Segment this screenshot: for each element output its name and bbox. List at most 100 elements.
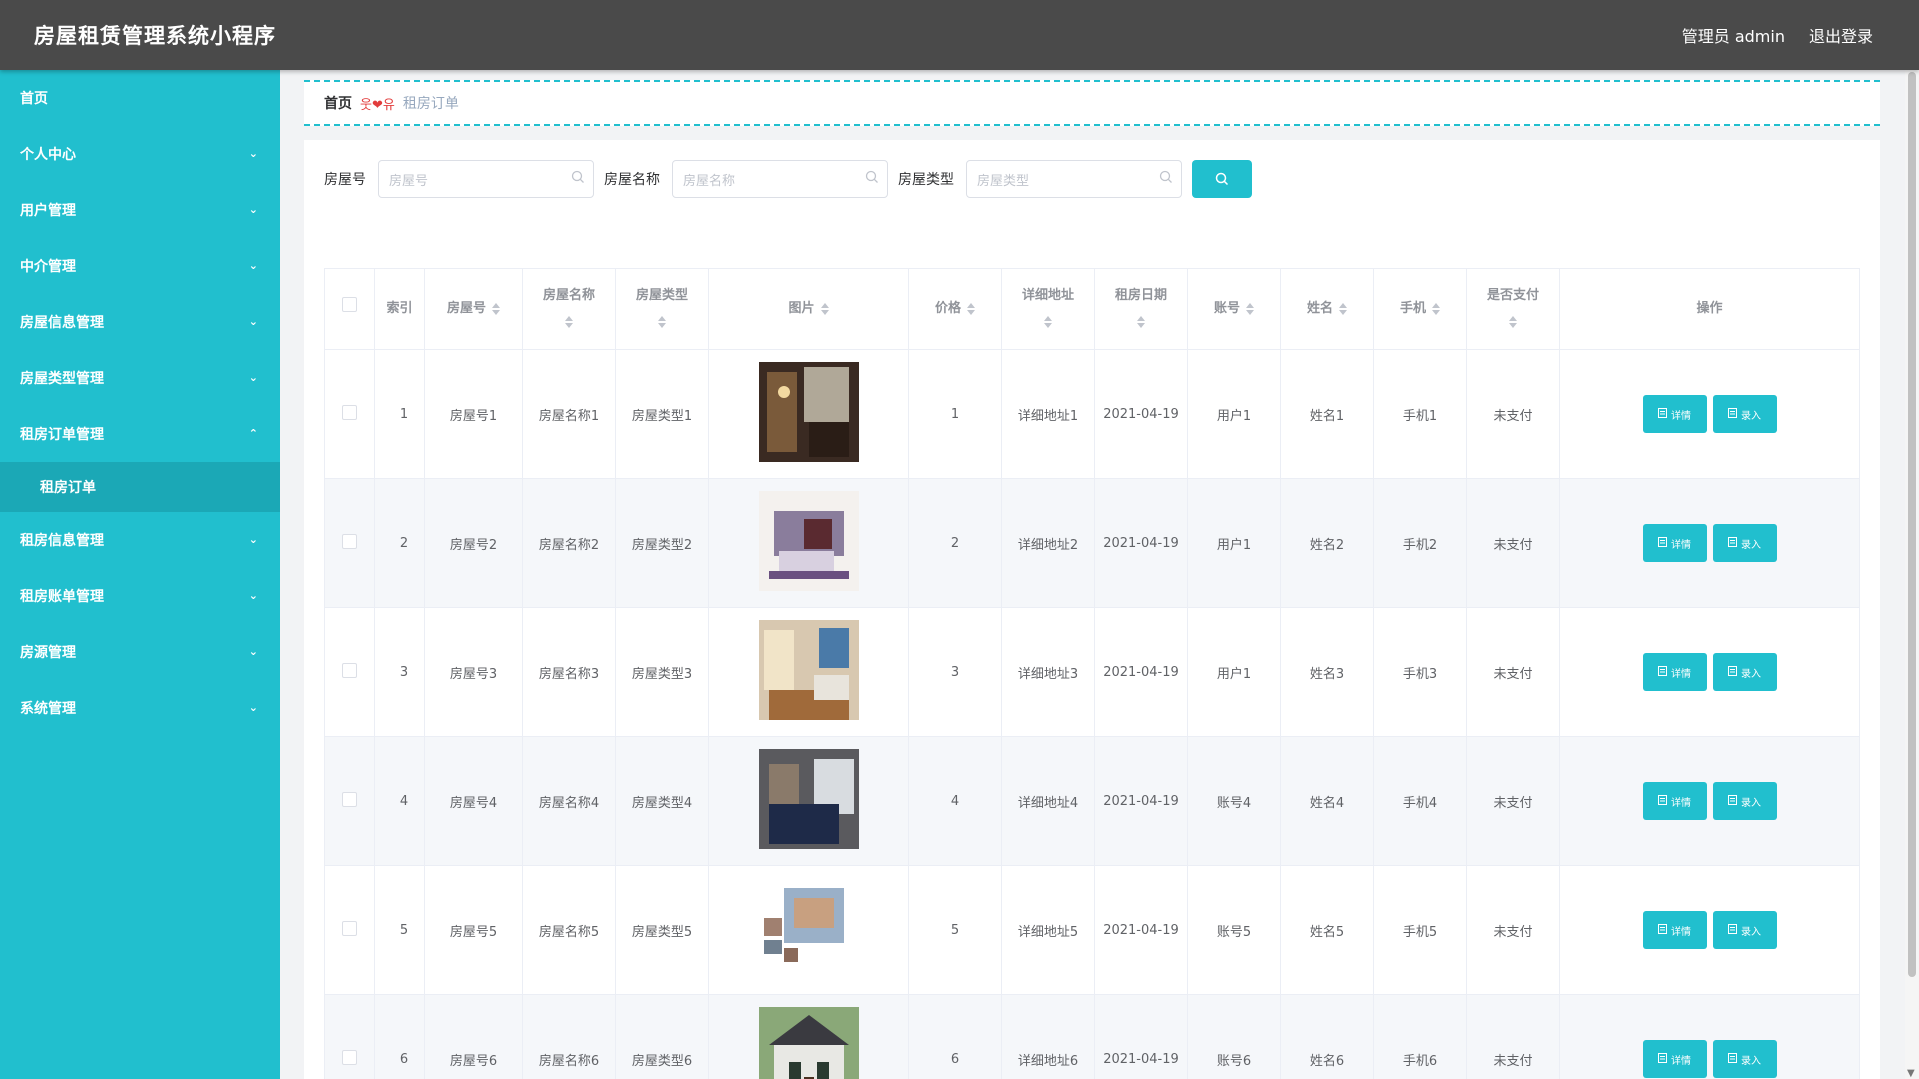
- sort-icon[interactable]: [1509, 315, 1517, 328]
- row-checkbox[interactable]: [342, 920, 357, 936]
- search-icon: [865, 170, 878, 183]
- sidebar-item-agent-management[interactable]: 中介管理 ⌄: [0, 238, 280, 294]
- sort-icon[interactable]: [1246, 302, 1254, 315]
- sort-icon[interactable]: [1432, 302, 1440, 315]
- table-row: 5 房屋号5 房屋名称5 房屋类型5 5 详细地址5 2021-04-19 账号5 姓名5 手机5…: [324, 865, 1860, 995]
- scroll-down-arrow-icon[interactable]: ▼: [1907, 1068, 1915, 1079]
- detail-button[interactable]: 详情: [1642, 1040, 1707, 1078]
- detail-button[interactable]: 详情: [1642, 524, 1707, 562]
- row-select-cell: [324, 349, 375, 479]
- house-type-input[interactable]: 房屋类型: [966, 160, 1182, 198]
- sidebar-item-house-type[interactable]: 房屋类型管理 ⌄: [0, 350, 280, 406]
- admin-user-label[interactable]: 管理员 admin: [1682, 23, 1785, 47]
- header-label: 详细地址: [1021, 288, 1074, 303]
- sort-icon[interactable]: [492, 302, 500, 315]
- sort-icon[interactable]: [565, 315, 573, 328]
- header-date[interactable]: 租房日期: [1094, 268, 1188, 350]
- house-no-input[interactable]: 房屋号: [378, 160, 594, 198]
- house-thumbnail[interactable]: [758, 1007, 859, 1079]
- row-checkbox[interactable]: [342, 404, 357, 420]
- sort-icon[interactable]: [820, 302, 829, 315]
- row-checkbox[interactable]: [342, 1049, 357, 1065]
- sidebar-item-user-management[interactable]: 用户管理 ⌄: [0, 182, 280, 238]
- house-thumbnail[interactable]: [758, 362, 859, 462]
- sort-icon[interactable]: [1339, 302, 1347, 315]
- row-checkbox[interactable]: [342, 533, 357, 549]
- header-account[interactable]: 账号: [1187, 268, 1281, 350]
- document-icon: [1728, 536, 1737, 550]
- header-house-name[interactable]: 房屋名称: [522, 268, 616, 350]
- document-icon: [1728, 665, 1737, 679]
- cell-house-type: 房屋类型1: [615, 349, 709, 479]
- enter-button[interactable]: 录入: [1712, 653, 1777, 691]
- enter-button[interactable]: 录入: [1712, 1040, 1777, 1078]
- cell-index: 3: [374, 607, 425, 737]
- cell-price: 3: [908, 607, 1002, 737]
- header-paid[interactable]: 是否支付: [1466, 268, 1560, 350]
- cell-name: 姓名5: [1280, 865, 1374, 995]
- cell-actions: 详情 录入: [1559, 865, 1860, 995]
- header-image[interactable]: 图片: [708, 268, 909, 350]
- sort-icon[interactable]: [1044, 315, 1052, 328]
- document-icon: [1658, 794, 1667, 808]
- page-scrollbar[interactable]: ▼: [1905, 70, 1919, 1079]
- app-title: 房屋租赁管理系统小程序: [34, 24, 276, 48]
- sidebar-item-personal-center[interactable]: 个人中心 ⌄: [0, 126, 280, 182]
- sidebar-item-system[interactable]: 系统管理 ⌄: [0, 680, 280, 736]
- breadcrumb-separator: 웃❤유: [360, 97, 395, 113]
- detail-button[interactable]: 详情: [1642, 653, 1707, 691]
- enter-button[interactable]: 录入: [1712, 395, 1777, 433]
- header-price[interactable]: 价格: [908, 268, 1002, 350]
- cell-account: 账号5: [1187, 865, 1281, 995]
- enter-button[interactable]: 录入: [1712, 524, 1777, 562]
- detail-button-label: 详情: [1671, 926, 1691, 938]
- house-thumbnail[interactable]: [758, 620, 859, 720]
- search-button[interactable]: [1192, 160, 1252, 198]
- cell-paid: 未支付: [1466, 349, 1560, 479]
- sort-icon[interactable]: [658, 315, 666, 328]
- sidebar-item-rental-bill[interactable]: 租房账单管理 ⌄: [0, 568, 280, 624]
- sidebar-item-house-source[interactable]: 房源管理 ⌄: [0, 624, 280, 680]
- detail-button[interactable]: 详情: [1642, 395, 1707, 433]
- header-house-type[interactable]: 房屋类型: [615, 268, 709, 350]
- header-phone[interactable]: 手机: [1373, 268, 1467, 350]
- main-area: 首页 웃❤유 租房订单 房屋号 房屋号 房屋名称 房屋名称 房屋类型 房屋类型: [280, 70, 1905, 1079]
- header-address[interactable]: 详细地址: [1001, 268, 1095, 350]
- cell-date: 2021-04-19: [1094, 478, 1188, 608]
- enter-button[interactable]: 录入: [1712, 782, 1777, 820]
- cell-account: 用户1: [1187, 478, 1281, 608]
- breadcrumb-home[interactable]: 首页: [324, 93, 352, 113]
- cell-house-type: 房屋类型5: [615, 865, 709, 995]
- cell-account: 账号6: [1187, 994, 1281, 1079]
- sidebar-item-rental-info[interactable]: 租房信息管理 ⌄: [0, 512, 280, 568]
- cell-address: 详细地址5: [1001, 865, 1095, 995]
- detail-button[interactable]: 详情: [1642, 782, 1707, 820]
- select-all-checkbox[interactable]: [342, 297, 357, 312]
- enter-button[interactable]: 录入: [1712, 911, 1777, 949]
- logout-button[interactable]: 退出登录: [1809, 23, 1873, 47]
- sidebar-subitem-rental-order[interactable]: 租房订单: [0, 462, 280, 512]
- detail-button[interactable]: 详情: [1642, 911, 1707, 949]
- sidebar-item-rental-orders[interactable]: 租房订单管理 ⌃: [0, 406, 280, 462]
- cell-address: 详细地址1: [1001, 349, 1095, 479]
- sort-icon[interactable]: [1137, 315, 1145, 328]
- house-name-input[interactable]: 房屋名称: [672, 160, 888, 198]
- sort-icon[interactable]: [967, 302, 975, 315]
- cell-paid: 未支付: [1466, 736, 1560, 866]
- select-all-cell: [324, 268, 375, 350]
- document-icon: [1658, 665, 1667, 679]
- sidebar-item-house-info[interactable]: 房屋信息管理 ⌄: [0, 294, 280, 350]
- house-thumbnail[interactable]: [758, 491, 859, 591]
- cell-account: 账号4: [1187, 736, 1281, 866]
- sidebar-item-home[interactable]: 首页: [0, 70, 280, 126]
- row-checkbox[interactable]: [342, 662, 357, 678]
- document-icon: [1658, 407, 1667, 421]
- house-thumbnail[interactable]: [758, 749, 859, 849]
- header-house-no[interactable]: 房屋号: [424, 268, 523, 350]
- row-checkbox[interactable]: [342, 791, 357, 807]
- scrollbar-thumb[interactable]: [1908, 72, 1916, 977]
- cell-index: 1: [374, 349, 425, 479]
- header-name[interactable]: 姓名: [1280, 268, 1374, 350]
- document-icon: [1658, 1052, 1667, 1066]
- house-thumbnail[interactable]: [758, 878, 859, 978]
